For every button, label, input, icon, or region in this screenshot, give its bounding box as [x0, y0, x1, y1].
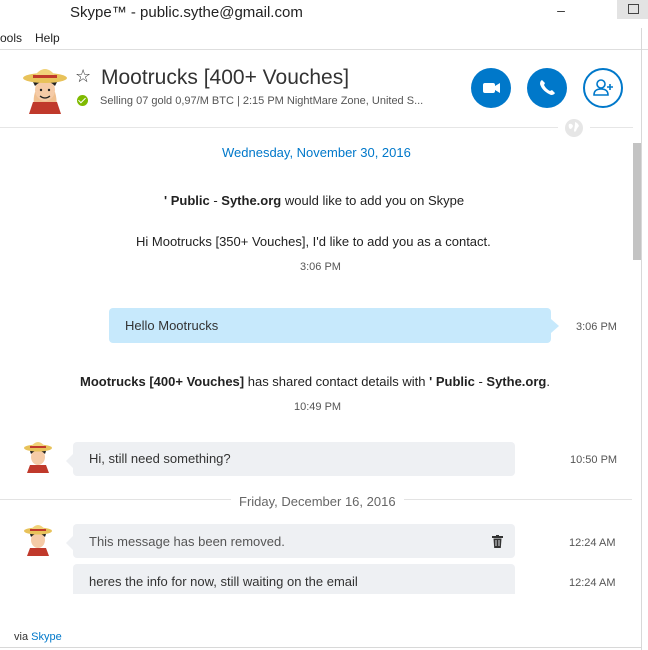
window-title: Skype™ - public.sythe@gmail.com: [70, 4, 303, 21]
outgoing-message-time: 3:06 PM: [576, 321, 617, 333]
shared-contact-line: Mootrucks [400+ Vouches] has shared cont…: [80, 374, 550, 389]
shared-target-name: Public: [435, 374, 475, 389]
menu-bar: ools Help: [0, 28, 648, 50]
removed-message-text: This message has been removed.: [89, 534, 285, 549]
footer-via: via Skype: [14, 631, 62, 643]
incoming-message-time: 10:50 PM: [570, 454, 618, 466]
shared-end: .: [546, 374, 550, 389]
incoming-message-time-2: 12:24 AM: [569, 577, 616, 589]
menu-tools[interactable]: ools: [0, 31, 22, 45]
contact-mood: Selling 07 gold 0,97/M BTC | 2:15 PM Nig…: [100, 95, 424, 107]
header-divider: [0, 127, 558, 128]
date-separator-dec16: Friday, December 16, 2016: [231, 494, 404, 509]
shared-middle-text: has shared contact details with: [244, 374, 430, 389]
minimize-button[interactable]: –: [551, 3, 571, 20]
request-suffix: would like to add you on Skype: [281, 193, 465, 208]
globe-icon[interactable]: [564, 118, 584, 138]
favorite-star-icon[interactable]: ☆: [75, 66, 91, 87]
shared-contact-time: 10:49 PM: [294, 401, 342, 413]
menu-help[interactable]: Help: [35, 31, 60, 45]
trash-icon[interactable]: [492, 535, 503, 548]
date-separator-nov30: Wednesday, November 30, 2016: [222, 145, 411, 160]
shared-prefix: ': [429, 374, 436, 389]
video-call-button[interactable]: [471, 68, 511, 108]
shared-sender-name: Mootrucks [400+ Vouches]: [80, 374, 245, 389]
title-bar: Skype™ - public.sythe@gmail.com –: [0, 0, 648, 28]
scrollbar-thumb[interactable]: [633, 143, 641, 260]
request-sender-name: Public: [170, 193, 210, 208]
request-time: 3:06 PM: [300, 261, 341, 273]
maximize-button[interactable]: [617, 0, 648, 19]
request-sender-separator: -: [209, 193, 222, 208]
outgoing-message-text: Hello Mootrucks: [125, 318, 219, 333]
maximize-icon: [628, 4, 639, 14]
video-camera-icon: [483, 83, 500, 93]
phone-icon: [540, 80, 555, 95]
contact-avatar[interactable]: [21, 62, 69, 114]
contact-request-line: ' Public - Sythe.org would like to add y…: [164, 193, 464, 208]
request-sender-site: Sythe.org: [221, 193, 282, 208]
sender-avatar[interactable]: [23, 437, 53, 473]
skype-link[interactable]: Skype: [31, 631, 62, 643]
shared-target-separator: -: [474, 374, 487, 389]
add-people-button[interactable]: [583, 68, 623, 108]
sender-avatar[interactable]: [23, 520, 53, 556]
presence-online-icon: [77, 95, 88, 106]
request-prefix: ': [164, 193, 171, 208]
shared-target-site: Sythe.org: [486, 374, 547, 389]
removed-message-time: 12:24 AM: [569, 537, 616, 549]
footer-via-label: via: [14, 631, 32, 643]
bottom-border: [0, 647, 642, 648]
incoming-message-text: Hi, still need something?: [89, 451, 231, 466]
header-divider-right: [590, 127, 633, 128]
window-border: [641, 28, 642, 650]
add-contact-icon: [593, 79, 613, 96]
contact-request-message: Hi Mootrucks [350+ Vouches], I'd like to…: [136, 234, 491, 249]
audio-call-button[interactable]: [527, 68, 567, 108]
contact-name: Mootrucks [400+ Vouches]: [101, 66, 350, 89]
incoming-message-text-2: heres the info for now, still waiting on…: [89, 574, 358, 589]
